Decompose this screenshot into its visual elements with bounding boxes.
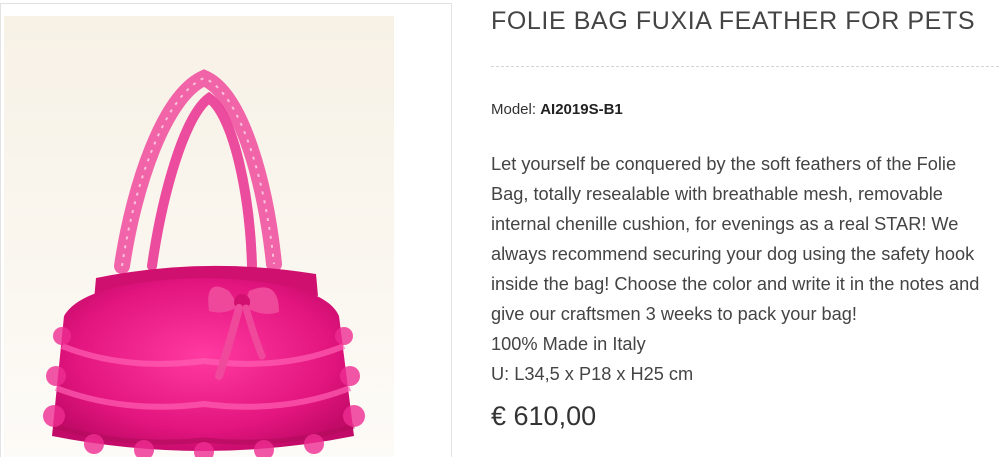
description-text: Let yourself be conquered by the soft fe…	[491, 154, 980, 324]
made-in-text: 100% Made in Italy	[491, 334, 646, 354]
product-image-frame	[0, 3, 452, 457]
product-page: FOLIE BAG FUXIA FEATHER FOR PETS Model: …	[0, 0, 1001, 457]
product-photo[interactable]	[4, 16, 394, 457]
title-divider	[491, 66, 999, 67]
model-label: Model:	[491, 101, 537, 118]
product-description: Let yourself be conquered by the soft fe…	[491, 149, 996, 389]
feather-bag-illustration	[4, 16, 394, 457]
product-price: € 610,00	[491, 401, 597, 431]
dimensions-text: U: L34,5 x P18 x H25 cm	[491, 364, 694, 384]
product-title: FOLIE BAG FUXIA FEATHER FOR PETS	[491, 7, 976, 35]
model-value: AI2019S-B1	[540, 101, 623, 118]
product-model: Model: AI2019S-B1	[491, 101, 623, 118]
